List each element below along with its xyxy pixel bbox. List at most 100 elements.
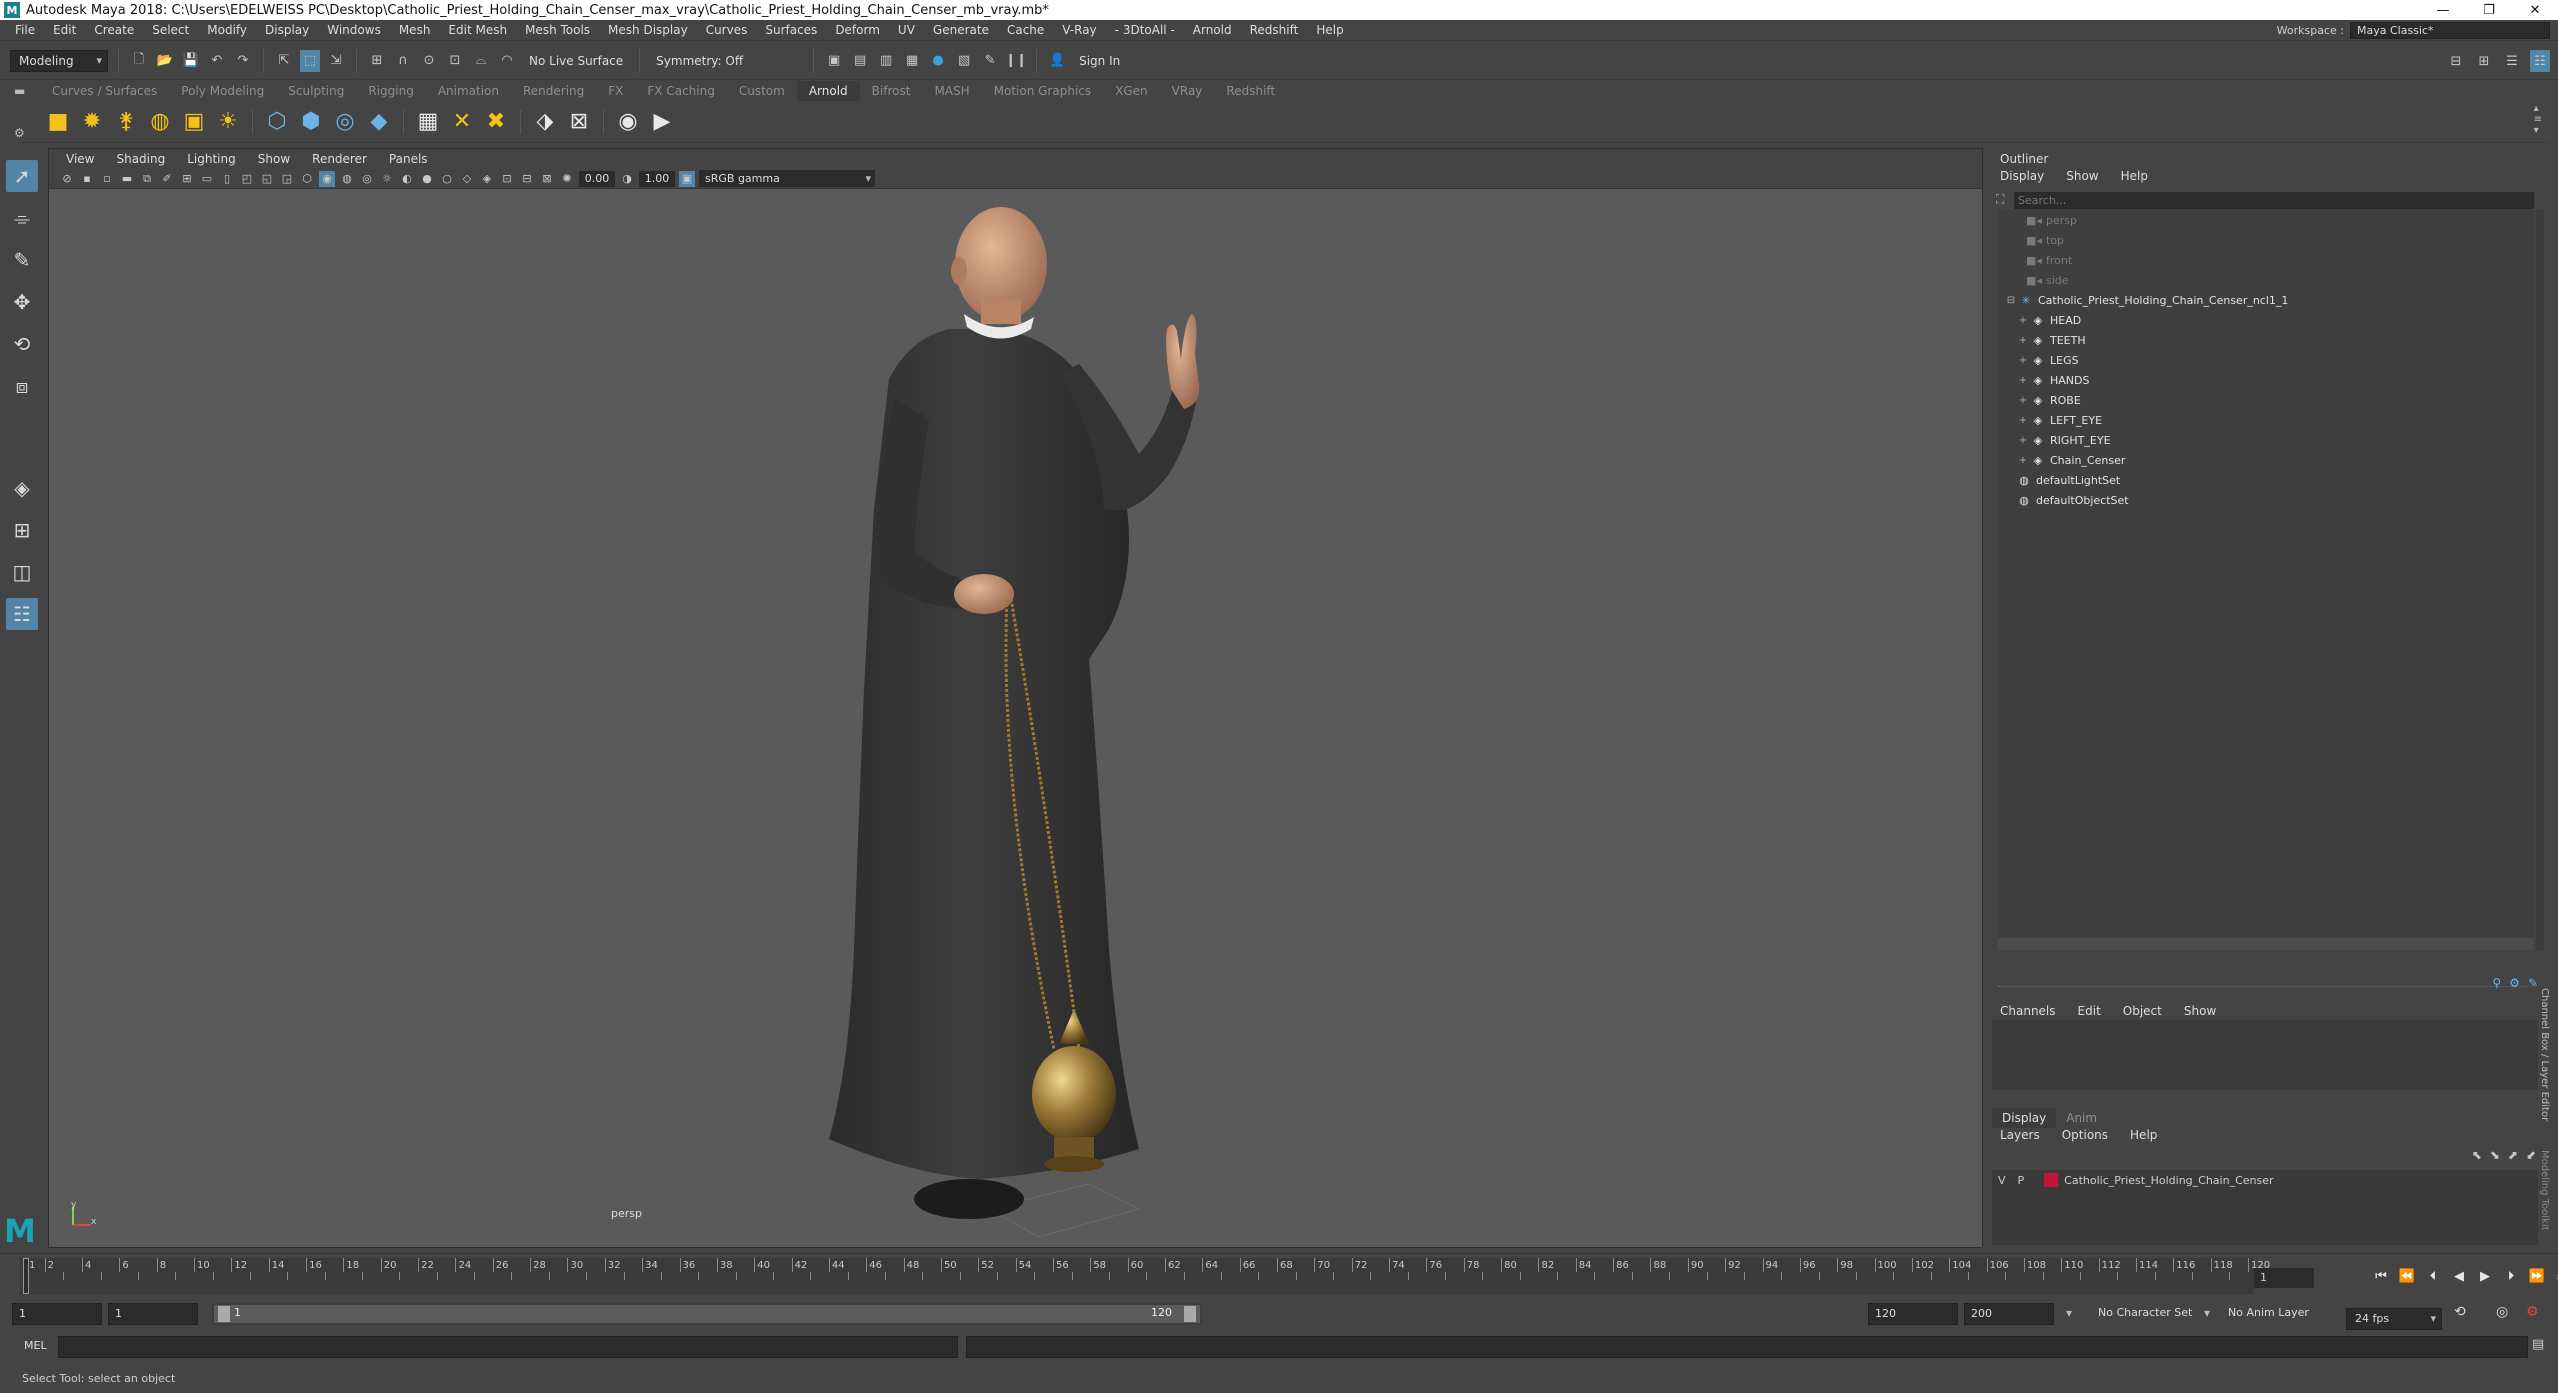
- select-tool-icon[interactable]: ➚: [6, 160, 38, 192]
- layer-menu-options[interactable]: Options: [2062, 1128, 2108, 1142]
- paint-select-icon[interactable]: ✎: [6, 244, 38, 276]
- menu-cache[interactable]: Cache: [998, 23, 1053, 37]
- exposure-field[interactable]: 0.00: [579, 170, 615, 187]
- expand-icon[interactable]: +: [2016, 455, 2030, 466]
- layer-tab-display[interactable]: Display: [1992, 1108, 2057, 1128]
- expand-icon[interactable]: +: [2016, 375, 2030, 386]
- shelf-tab-curves-surfaces[interactable]: Curves / Surfaces: [40, 81, 169, 101]
- current-frame-field[interactable]: 1: [2254, 1268, 2314, 1288]
- shelf-tab-mash[interactable]: MASH: [922, 81, 981, 101]
- wireframe-icon[interactable]: ⬡: [299, 171, 315, 187]
- channelbox-edit-icon[interactable]: ✎: [2528, 976, 2538, 990]
- new-layer-selected-icon[interactable]: ⬋: [2526, 1148, 2536, 1162]
- menu-edit-mesh[interactable]: Edit Mesh: [439, 23, 516, 37]
- panel-splitter[interactable]: [1998, 986, 2534, 990]
- menu-edit[interactable]: Edit: [44, 23, 85, 37]
- range-slider-start-handle[interactable]: [218, 1306, 230, 1322]
- default-material-icon[interactable]: ◍: [339, 171, 355, 187]
- move-layer-down-icon[interactable]: ⬊: [2490, 1148, 2500, 1162]
- layer-visibility-toggle[interactable]: V: [1998, 1174, 2006, 1187]
- viewport-panel[interactable]: View Shading Lighting Show Renderer Pane…: [48, 148, 1983, 1248]
- menu-display[interactable]: Display: [256, 23, 318, 37]
- channelbox-key-icon[interactable]: ⚲: [2492, 976, 2501, 990]
- auto-key-icon[interactable]: ◎: [2496, 1304, 2508, 1320]
- flush-cache-icon[interactable]: ✕: [448, 108, 476, 136]
- new-scene-icon[interactable]: 🗋: [129, 50, 149, 72]
- outliner-item-root-group[interactable]: ⊟ ✳ Catholic_Priest_Holding_Chain_Censer_n…: [2004, 290, 2289, 310]
- channelbox-area[interactable]: [1992, 1020, 2538, 1090]
- tool-settings-icon[interactable]: ☰: [2502, 50, 2522, 72]
- shelf-tab-rendering[interactable]: Rendering: [511, 81, 596, 101]
- command-input[interactable]: [58, 1336, 958, 1358]
- outliner-item-right-eye[interactable]: + ◈ RIGHT_EYE: [2016, 430, 2111, 450]
- outliner-tree[interactable]: ■◂ persp ■◂ top ■◂ front ■◂ side ⊟ ✳ Catholic_…: [1998, 210, 2544, 950]
- script-language-label[interactable]: MEL: [24, 1339, 47, 1352]
- move-layer-up-icon[interactable]: ⬉: [2472, 1148, 2482, 1162]
- viewport-menu-show[interactable]: Show: [247, 152, 301, 166]
- outliner-layout-icon[interactable]: ☷: [6, 598, 38, 630]
- close-button[interactable]: ✕: [2512, 0, 2558, 20]
- play-forward-icon[interactable]: ▶: [2474, 1264, 2496, 1288]
- viewport-menu-panels[interactable]: Panels: [378, 152, 439, 166]
- field-chart-icon[interactable]: ◱: [259, 171, 275, 187]
- render-view-icon[interactable]: ▣: [824, 50, 844, 72]
- step-forward-key-icon[interactable]: ⏩: [2526, 1264, 2548, 1288]
- lasso-tool-icon[interactable]: ⌯: [6, 202, 38, 234]
- current-time-indicator[interactable]: [23, 1258, 29, 1294]
- resolution-gate-icon[interactable]: ▯: [219, 171, 235, 187]
- render-grid-icon[interactable]: ▦: [414, 108, 442, 136]
- layer-menu-help[interactable]: Help: [2130, 1128, 2157, 1142]
- menu-mesh[interactable]: Mesh: [390, 23, 440, 37]
- outliner-item-front[interactable]: ■◂ front: [2026, 250, 2072, 270]
- range-slider-track[interactable]: [214, 1305, 1200, 1323]
- move-tool-icon[interactable]: ✥: [6, 286, 38, 318]
- outliner-menu-display[interactable]: Display: [2000, 169, 2044, 183]
- outliner-item-default-object-set[interactable]: ◍ defaultObjectSet: [2016, 490, 2128, 510]
- gate-mask-icon[interactable]: ◰: [239, 171, 255, 187]
- range-slider-end-handle[interactable]: [1184, 1306, 1196, 1322]
- color-space-dropdown[interactable]: sRGB gamma: [699, 170, 875, 187]
- snap-surface-icon[interactable]: ⌓: [471, 50, 491, 72]
- tx-manager-icon[interactable]: ✖: [482, 108, 510, 136]
- outliner-item-chain-censer[interactable]: + ◈ Chain_Censer: [2016, 450, 2126, 470]
- shelf-tab-arnold[interactable]: Arnold: [796, 80, 860, 101]
- snap-curve-icon[interactable]: ∩: [393, 50, 413, 72]
- playback-end-field[interactable]: 120: [1868, 1303, 1958, 1325]
- symmetry-dropdown[interactable]: Symmetry: Off: [650, 54, 803, 68]
- rotate-tool-icon[interactable]: ⟲: [6, 328, 38, 360]
- anim-prefs-icon[interactable]: ⚙: [2526, 1304, 2539, 1320]
- script-editor-icon[interactable]: ▤: [2532, 1337, 2544, 1352]
- arnold-render-icon[interactable]: ▧: [954, 50, 974, 72]
- menu-file[interactable]: File: [6, 23, 44, 37]
- vray-icon[interactable]: ✎: [980, 50, 1000, 72]
- area-light-icon[interactable]: ■: [44, 108, 72, 136]
- menu-vray[interactable]: V-Ray: [1053, 23, 1105, 37]
- live-surface-label[interactable]: No Live Surface: [523, 54, 629, 68]
- shelf-tab-poly-modeling[interactable]: Poly Modeling: [169, 81, 276, 101]
- camera-select-icon[interactable]: ⊘: [59, 171, 75, 187]
- menu-mesh-tools[interactable]: Mesh Tools: [516, 23, 599, 37]
- attribute-editor-icon[interactable]: ⊞: [2474, 50, 2494, 72]
- safe-action-icon[interactable]: ◲: [279, 171, 295, 187]
- menu-modify[interactable]: Modify: [198, 23, 256, 37]
- export-standin-icon[interactable]: ⬢: [297, 108, 325, 136]
- outliner-item-side[interactable]: ■◂ side: [2026, 270, 2069, 290]
- make-live-icon[interactable]: ◠: [497, 50, 517, 72]
- go-to-end-icon[interactable]: ⏭: [2552, 1264, 2558, 1288]
- light-portal-icon[interactable]: ▣: [180, 108, 208, 136]
- shelf-scroll-up-icon[interactable]: ▴: [2534, 103, 2542, 114]
- menu-create[interactable]: Create: [85, 23, 143, 37]
- shelf-tab-rigging[interactable]: Rigging: [356, 81, 425, 101]
- outliner-item-left-eye[interactable]: + ◈ LEFT_EYE: [2016, 410, 2102, 430]
- smooth-shade-icon[interactable]: ◉: [319, 170, 335, 187]
- hypershade-icon[interactable]: ●: [928, 50, 948, 72]
- shelf-scroll-down-icon[interactable]: ▾: [2534, 125, 2542, 136]
- expand-icon[interactable]: +: [2016, 395, 2030, 406]
- channelbox-menu-object[interactable]: Object: [2123, 1004, 2162, 1018]
- ipr-render-icon[interactable]: ▥: [876, 50, 896, 72]
- mesh-light-icon[interactable]: ✹: [78, 108, 106, 136]
- expand-icon[interactable]: +: [2016, 335, 2030, 346]
- menu-uv[interactable]: UV: [889, 23, 924, 37]
- shelf-tab-fx-caching[interactable]: FX Caching: [635, 81, 726, 101]
- channelbox-settings-icon[interactable]: ⚙: [2509, 976, 2520, 990]
